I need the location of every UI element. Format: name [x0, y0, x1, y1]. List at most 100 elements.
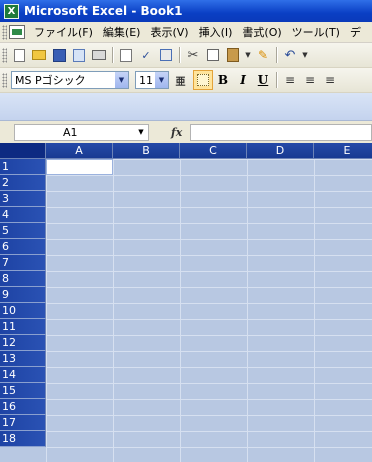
row-header[interactable]: 6	[0, 239, 46, 255]
chevron-down-icon[interactable]: ▼	[155, 72, 168, 88]
column-headers: A B C D E	[46, 143, 372, 159]
formula-input[interactable]	[190, 123, 372, 141]
row-header[interactable]: 5	[0, 223, 46, 239]
active-cell-a1[interactable]	[46, 159, 113, 175]
format-painter-icon: ✎	[257, 48, 269, 62]
phonetic-button[interactable]: 亜	[170, 71, 188, 89]
column-header-e[interactable]: E	[314, 143, 372, 159]
paste-dropdown[interactable]: ▼	[244, 46, 252, 64]
spelling-icon: ✓	[141, 48, 151, 62]
paste-button[interactable]	[224, 46, 242, 64]
menu-bar: ファイル(F) 編集(E) 表示(V) 挿入(I) 書式(O) ツール(T) デ	[0, 22, 372, 43]
menu-edit[interactable]: 編集(E)	[98, 24, 146, 40]
research-button[interactable]	[157, 46, 175, 64]
copy-icon	[207, 49, 219, 61]
align-left-icon: ≡	[284, 73, 296, 87]
italic-button[interactable]: I	[234, 71, 252, 89]
spreadsheet-grid: A B C D E 1 2 3 4 5 6 7 8 9 10 11 12 13 …	[0, 143, 372, 462]
row-header[interactable]: 14	[0, 367, 46, 383]
toolbar-grip[interactable]	[2, 72, 7, 88]
align-right-button[interactable]: ≡	[321, 71, 339, 89]
toolbar-separator	[276, 47, 277, 63]
row-header[interactable]: 7	[0, 255, 46, 271]
font-size-value: 11	[139, 73, 153, 87]
menu-tools[interactable]: ツール(T)	[287, 24, 345, 40]
spelling-button[interactable]: ✓	[137, 46, 155, 64]
format-painter-button[interactable]: ✎	[254, 46, 272, 64]
toolbar-separator	[112, 47, 113, 63]
print-preview-button[interactable]	[117, 46, 135, 64]
font-size-select[interactable]: 11 ▼	[135, 71, 169, 89]
excel-app-icon[interactable]: X	[4, 3, 19, 19]
row-header[interactable]: 16	[0, 399, 46, 415]
font-name-value: MS Pゴシック	[15, 74, 86, 87]
permission-icon	[73, 48, 85, 62]
standard-toolbar: ✓ ✂ ▼ ✎ ↶ ▼	[0, 43, 372, 68]
row-header[interactable]: 1	[0, 159, 46, 175]
copy-button[interactable]	[204, 46, 222, 64]
row-header[interactable]: 15	[0, 383, 46, 399]
select-all-corner[interactable]	[0, 143, 46, 159]
name-box-value: A1	[63, 125, 78, 139]
row-header[interactable]: 11	[0, 319, 46, 335]
row-header[interactable]: 17	[0, 415, 46, 431]
row-header[interactable]: 4	[0, 207, 46, 223]
font-name-select[interactable]: MS Pゴシック ▼	[11, 71, 129, 89]
permission-button[interactable]	[70, 46, 88, 64]
bold-button[interactable]: B	[214, 71, 232, 89]
undo-dropdown[interactable]: ▼	[301, 46, 309, 64]
title-bar[interactable]: X Microsoft Excel - Book1	[0, 0, 372, 22]
row-header[interactable]: 8	[0, 271, 46, 287]
insert-function-button[interactable]: fx	[171, 126, 182, 139]
row-header[interactable]: 2	[0, 175, 46, 191]
menu-grip[interactable]	[2, 24, 7, 40]
new-button[interactable]	[10, 46, 28, 64]
italic-icon: I	[240, 73, 246, 87]
row-header[interactable]: 10	[0, 303, 46, 319]
name-box[interactable]: A1 ▼	[14, 123, 149, 141]
open-button[interactable]	[30, 46, 48, 64]
borders-icon	[197, 74, 209, 86]
column-header-a[interactable]: A	[46, 143, 113, 159]
row-header[interactable]: 3	[0, 191, 46, 207]
cut-icon: ✂	[187, 47, 199, 63]
toolbar-separator	[276, 72, 277, 88]
column-header-d[interactable]: D	[247, 143, 314, 159]
menu-insert[interactable]: 挿入(I)	[194, 24, 238, 40]
row-header[interactable]: 9	[0, 287, 46, 303]
underline-button[interactable]: U	[254, 71, 272, 89]
menu-view[interactable]: 表示(V)	[145, 24, 193, 40]
row-headers: 1 2 3 4 5 6 7 8 9 10 11 12 13 14 15 16 1…	[0, 159, 46, 447]
column-header-b[interactable]: B	[113, 143, 180, 159]
cell-area[interactable]	[46, 159, 372, 462]
formatting-toolbar: MS Pゴシック ▼ 11 ▼ 亜 B I U ≡ ≡ ≡	[0, 68, 372, 93]
chevron-down-icon[interactable]: ▼	[134, 128, 148, 136]
undo-icon: ↶	[284, 47, 296, 63]
align-center-button[interactable]: ≡	[301, 71, 319, 89]
toolbar-separator	[179, 47, 180, 63]
paste-icon	[227, 48, 239, 62]
align-left-button[interactable]: ≡	[281, 71, 299, 89]
row-header[interactable]: 13	[0, 351, 46, 367]
borders-button[interactable]	[193, 70, 213, 90]
row-header[interactable]: 18	[0, 431, 46, 447]
column-header-c[interactable]: C	[180, 143, 247, 159]
save-button[interactable]	[50, 46, 68, 64]
menu-format[interactable]: 書式(O)	[237, 24, 286, 40]
print-preview-icon	[120, 48, 132, 62]
menu-file[interactable]: ファイル(F)	[29, 24, 98, 40]
chevron-down-icon[interactable]: ▼	[115, 72, 128, 88]
menu-data[interactable]: デ	[345, 24, 366, 40]
print-button[interactable]	[90, 46, 108, 64]
window-title: Microsoft Excel - Book1	[24, 4, 183, 18]
phonetic-icon: 亜	[175, 76, 186, 88]
print-icon	[92, 50, 106, 60]
workbook-icon[interactable]	[9, 25, 25, 39]
research-icon	[160, 49, 172, 61]
formula-bar: A1 ▼ fx	[0, 121, 372, 143]
undo-button[interactable]: ↶	[281, 46, 299, 64]
bold-icon: B	[217, 73, 229, 87]
row-header[interactable]: 12	[0, 335, 46, 351]
cut-button[interactable]: ✂	[184, 46, 202, 64]
toolbar-grip[interactable]	[2, 47, 7, 63]
